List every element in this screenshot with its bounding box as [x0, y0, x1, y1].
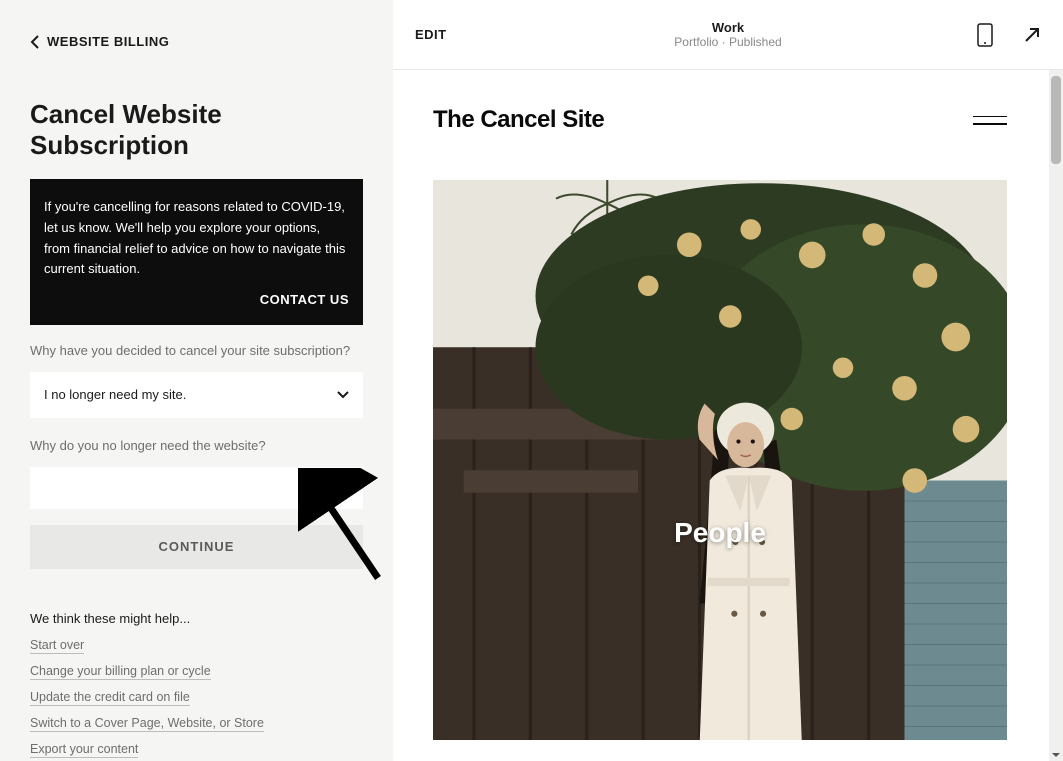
covid-notice: If you're cancelling for reasons related… — [30, 179, 363, 325]
preview-body: The Cancel Site — [393, 70, 1063, 761]
open-external-icon[interactable] — [1023, 26, 1041, 44]
help-link-change-billing[interactable]: Change your billing plan or cycle — [30, 664, 211, 680]
back-button[interactable]: WEBSITE BILLING — [30, 34, 363, 49]
scroll-arrow-down-icon[interactable] — [1052, 753, 1060, 757]
followup-label: Why do you no longer need the website? — [30, 438, 363, 453]
hamburger-menu-icon[interactable] — [973, 116, 1007, 125]
back-label: WEBSITE BILLING — [47, 34, 169, 49]
settings-sidebar: WEBSITE BILLING Cancel Website Subscript… — [0, 0, 393, 761]
hero-caption: People — [674, 517, 766, 549]
site-preview-pane: EDIT Work Portfolio · Published — [393, 0, 1063, 761]
followup-input[interactable] — [30, 467, 363, 509]
cancel-reason-select[interactable]: I no longer need my site. — [30, 372, 363, 418]
page-title: Cancel Website Subscription — [30, 99, 363, 161]
preview-header: EDIT Work Portfolio · Published — [393, 0, 1063, 70]
site-canvas: The Cancel Site — [393, 70, 1063, 761]
help-links-list: Start over Change your billing plan or c… — [30, 638, 363, 758]
help-link-start-over[interactable]: Start over — [30, 638, 84, 654]
scrollbar[interactable] — [1049, 70, 1063, 761]
reason-label: Why have you decided to cancel your site… — [30, 343, 363, 358]
preview-page-name: Work — [674, 20, 781, 35]
notice-text: If you're cancelling for reasons related… — [44, 199, 345, 276]
site-brand[interactable]: The Cancel Site — [433, 106, 604, 134]
chevron-down-icon — [337, 391, 349, 399]
chevron-left-icon — [30, 35, 39, 49]
help-link-update-card[interactable]: Update the credit card on file — [30, 690, 190, 706]
scroll-thumb[interactable] — [1051, 76, 1061, 164]
edit-button[interactable]: EDIT — [415, 27, 447, 42]
continue-button[interactable]: CONTINUE — [30, 525, 363, 569]
preview-title-block: Work Portfolio · Published — [674, 20, 781, 49]
contact-us-link[interactable]: CONTACT US — [44, 290, 349, 311]
help-title: We think these might help... — [30, 611, 363, 626]
help-link-export[interactable]: Export your content — [30, 742, 138, 758]
device-mobile-icon[interactable] — [977, 23, 993, 47]
select-value: I no longer need my site. — [44, 387, 186, 402]
help-link-switch-cover[interactable]: Switch to a Cover Page, Website, or Stor… — [30, 716, 264, 732]
hero-image[interactable]: People — [433, 180, 1007, 740]
preview-status: Portfolio · Published — [674, 35, 781, 49]
